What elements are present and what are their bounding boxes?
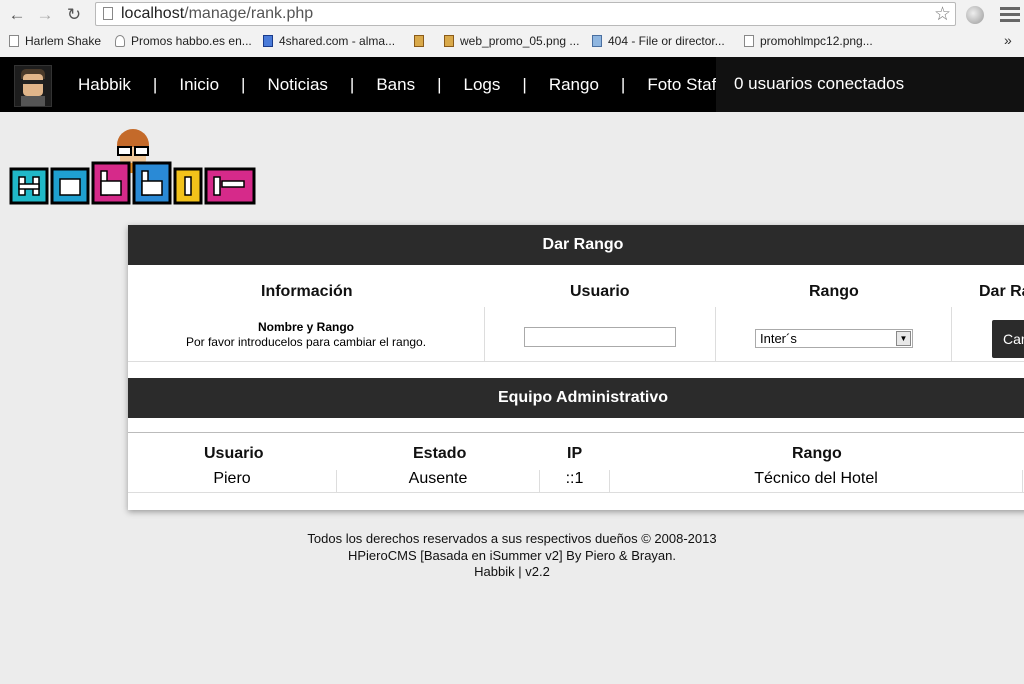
- nav-separator: |: [152, 74, 158, 94]
- users-online-counter: 0 usuarios conectados: [716, 57, 1024, 112]
- column-header-dar-rango: Dar Ra: [979, 283, 1024, 300]
- address-bar[interactable]: localhost/manage/rank.php ☆: [95, 2, 956, 26]
- back-arrow-icon[interactable]: ←: [6, 4, 28, 26]
- column-header-rango: Rango: [809, 283, 859, 300]
- rank-select-value: Inter´s: [760, 331, 797, 346]
- staff-header-rango: Rango: [792, 445, 842, 462]
- bookmark-label: Promos habbo.es en...: [131, 34, 252, 48]
- bookmark-item[interactable]: 4shared.com - alma...: [263, 34, 395, 48]
- column-header-informacion: Información: [261, 283, 353, 300]
- staff-header-ip: IP: [567, 445, 583, 462]
- nav-separator: |: [522, 74, 527, 94]
- table-cell: Piero: [213, 470, 251, 487]
- nav-separator: |: [241, 74, 246, 94]
- footer-copyright: Todos los derechos reservados a sus resp…: [307, 531, 717, 546]
- change-rank-button[interactable]: Car: [992, 320, 1024, 358]
- bookmark-label: 404 - File or director...: [608, 34, 725, 48]
- bookmarks-more-button[interactable]: »: [1004, 32, 1012, 48]
- page-icon: [103, 7, 113, 20]
- nav-link-noticias[interactable]: Noticias: [267, 75, 327, 95]
- nav-separator: |: [620, 74, 626, 94]
- dropdown-arrow-icon[interactable]: ▼: [896, 331, 911, 346]
- staff-header-usuario: Usuario: [204, 445, 264, 462]
- bookmark-label: web_promo_05.png ...: [460, 34, 580, 48]
- person-icon: [115, 35, 125, 47]
- footer-credits: HPieroCMS [Basada en iSummer v2] By Pier…: [347, 548, 677, 563]
- reload-icon[interactable]: ↻: [63, 4, 85, 26]
- info-cell: Nombre y Rango Por favor introducelos pa…: [128, 320, 484, 349]
- table-cell: Técnico del Hotel: [754, 470, 878, 487]
- bookmark-item[interactable]: 404 - File or director...: [592, 34, 725, 48]
- error-page-icon: [592, 35, 602, 47]
- site-navbar: Habbik | Inicio | Noticias | Bans | Logs…: [0, 57, 1024, 112]
- nav-link-logs[interactable]: Logs: [464, 75, 501, 95]
- url-path: /manage/rank.php: [184, 5, 314, 22]
- forward-arrow-icon[interactable]: →: [34, 4, 56, 26]
- bookmark-label: Harlem Shake: [25, 34, 102, 48]
- browser-chrome: ← → ↻ localhost/manage/rank.php ☆ Harlem…: [0, 0, 1024, 58]
- package-icon: [414, 35, 424, 47]
- rank-select[interactable]: Inter´s ▼: [755, 329, 913, 348]
- nav-separator: |: [349, 74, 355, 94]
- panel-title: Dar Rango: [128, 225, 1024, 265]
- bookmark-item[interactable]: web_promo_05.png ...: [444, 34, 579, 48]
- table-cell: ::1: [565, 470, 584, 487]
- nav-separator: |: [437, 74, 442, 94]
- bookmark-label: 4shared.com - alma...: [279, 34, 396, 48]
- habbik-logo[interactable]: [8, 125, 260, 211]
- staff-header-estado: Estado: [413, 445, 467, 462]
- bookmark-star-icon[interactable]: ☆: [934, 3, 951, 26]
- bookmark-label: promohlmpc12.png...: [760, 34, 873, 48]
- table-cell: Ausente: [408, 470, 468, 487]
- nav-link-bans[interactable]: Bans: [376, 75, 415, 95]
- nav-links: Habbik | Inicio | Noticias | Bans | Logs…: [78, 57, 733, 112]
- extension-icon[interactable]: [966, 6, 984, 24]
- page-icon: [744, 35, 754, 47]
- staff-panel-title: Equipo Administrativo: [128, 378, 1024, 418]
- info-text: Por favor introducelos para cambiar el r…: [185, 335, 427, 349]
- avatar[interactable]: [14, 65, 52, 107]
- address-url[interactable]: localhost/manage/rank.php: [121, 5, 313, 23]
- dar-rango-panel: Dar Rango Información Usuario Rango Dar …: [128, 225, 1024, 510]
- url-host: localhost: [121, 5, 185, 22]
- bookmark-item[interactable]: [414, 34, 430, 48]
- nav-link-inicio[interactable]: Inicio: [179, 75, 219, 95]
- footer-version: Habbik | v2.2: [474, 564, 550, 579]
- bookmark-item[interactable]: promohlmpc12.png...: [744, 34, 873, 48]
- bookmarks-bar: Harlem Shake Promos habbo.es en... 4shar…: [0, 31, 1024, 53]
- info-title: Nombre y Rango: [257, 320, 354, 334]
- menu-icon[interactable]: [1000, 4, 1020, 25]
- nav-link-habbik[interactable]: Habbik: [78, 75, 131, 95]
- column-header-usuario: Usuario: [570, 283, 630, 300]
- nav-link-rango[interactable]: Rango: [549, 75, 599, 95]
- bookmark-item[interactable]: Harlem Shake: [9, 34, 101, 48]
- 4shared-icon: [263, 35, 273, 47]
- bookmark-item[interactable]: Promos habbo.es en...: [115, 34, 252, 48]
- package-icon: [444, 35, 454, 47]
- username-input[interactable]: [524, 327, 676, 347]
- page-icon: [9, 35, 19, 47]
